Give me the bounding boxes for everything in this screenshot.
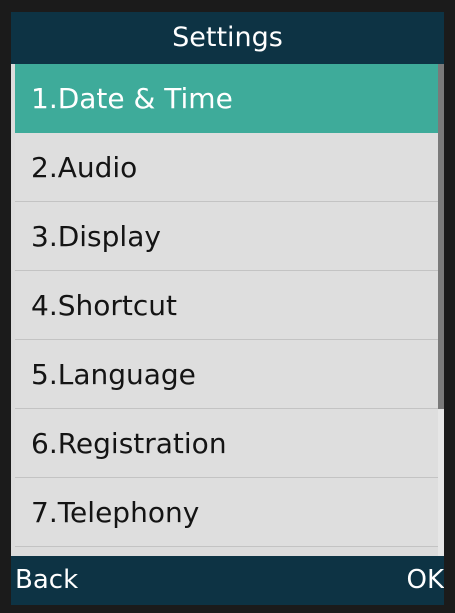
menu-item-language[interactable]: 5.Language xyxy=(15,340,444,409)
menu-item-telephony[interactable]: 7.Telephony xyxy=(15,478,444,547)
menu-item-registration[interactable]: 6.Registration xyxy=(15,409,444,478)
scrollbar[interactable] xyxy=(438,64,444,556)
phone-screen: Settings 1.Date & Time 2.Audio 3.Display… xyxy=(11,12,444,605)
menu-item-date-time[interactable]: 1.Date & Time xyxy=(15,64,444,133)
phone-bezel: Settings 1.Date & Time 2.Audio 3.Display… xyxy=(0,0,455,613)
settings-menu: 1.Date & Time 2.Audio 3.Display 4.Shortc… xyxy=(11,64,444,556)
scrollbar-thumb[interactable] xyxy=(438,64,444,409)
ok-softkey[interactable]: OK xyxy=(406,556,444,605)
page-title: Settings xyxy=(11,12,444,64)
menu-item-shortcut[interactable]: 4.Shortcut xyxy=(15,271,444,340)
menu-item-audio[interactable]: 2.Audio xyxy=(15,133,444,202)
softkey-bar: Back OK xyxy=(11,556,444,605)
menu-item-display[interactable]: 3.Display xyxy=(15,202,444,271)
back-softkey[interactable]: Back xyxy=(15,556,78,605)
